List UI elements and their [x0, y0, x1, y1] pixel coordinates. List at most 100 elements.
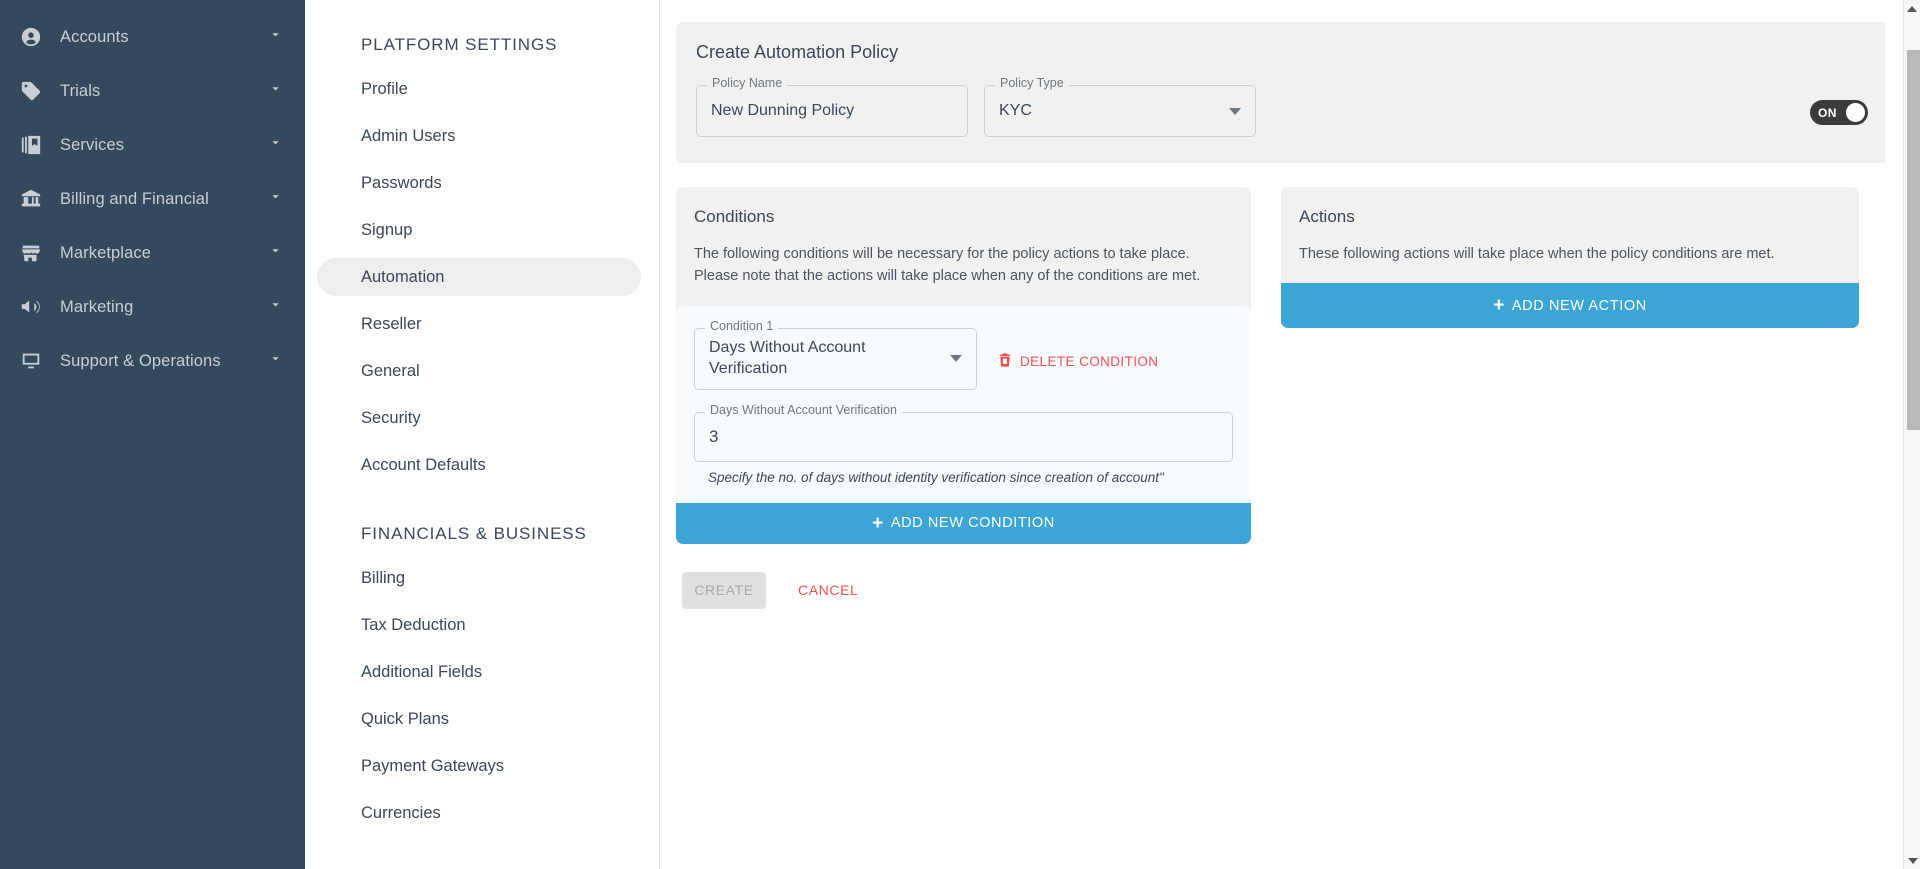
subnav-item-label: Reseller: [361, 314, 422, 333]
days-without-verification-field[interactable]: Days Without Account Verification 3: [694, 404, 1233, 462]
actions-description: These following actions will take place …: [1299, 246, 1775, 262]
add-new-action-button[interactable]: + ADD NEW ACTION: [1281, 283, 1859, 329]
page-scrollbar[interactable]: [1903, 0, 1920, 869]
subnav-item-passwords[interactable]: Passwords: [317, 164, 641, 202]
chevron-down-icon: [268, 81, 283, 101]
sidebar-item-support-and-operations[interactable]: Support & Operations: [0, 334, 305, 388]
days-field-helper-text: Specify the no. of days without identity…: [708, 469, 1164, 485]
user-circle-icon: [18, 24, 44, 50]
cancel-button[interactable]: CANCEL: [788, 572, 868, 609]
sidebar-item-label: Marketplace: [60, 243, 151, 262]
policy-name-label: Policy Name: [707, 77, 788, 90]
toggle-knob: [1846, 103, 1865, 122]
conditions-header: Conditions The following conditions will…: [676, 187, 1251, 306]
subnav-group-title-platform-settings: PLATFORM SETTINGS: [361, 35, 558, 54]
subnav-item-payment-gateways[interactable]: Payment Gateways: [317, 748, 641, 786]
policy-name-field[interactable]: Policy Name New Dunning Policy: [696, 77, 968, 137]
megaphone-icon: [18, 294, 44, 320]
create-button-label: CREATE: [694, 582, 754, 599]
sidebar-item-services[interactable]: Services: [0, 118, 305, 172]
actions-panel: Actions These following actions will tak…: [1281, 187, 1859, 329]
sidebar-item-label: Trials: [60, 81, 101, 100]
policy-type-field[interactable]: Policy Type KYC: [984, 77, 1256, 137]
days-field-input[interactable]: 3: [694, 411, 1233, 462]
chevron-down-icon: [268, 351, 283, 371]
sidebar-item-label: Support & Operations: [60, 351, 221, 370]
scrollbar-thumb[interactable]: [1907, 50, 1920, 430]
subnav-item-admin-users[interactable]: Admin Users: [317, 117, 641, 155]
policy-type-select[interactable]: KYC: [984, 85, 1256, 137]
sidebar-item-marketing[interactable]: Marketing: [0, 280, 305, 334]
subnav-group-title-financials-business: FINANCIALS & BUSINESS: [361, 524, 587, 544]
sidebar-item-billing-and-financial[interactable]: Billing and Financial: [0, 172, 305, 226]
delete-condition-button[interactable]: DELETE CONDITION: [997, 352, 1158, 371]
policy-fields-row: Policy Name New Dunning Policy Policy Ty…: [696, 77, 1868, 137]
subnav-item-tax-deduction[interactable]: Tax Deduction: [317, 607, 641, 645]
subnav-item-label: Currencies: [361, 804, 441, 822]
sidebar-item-label: Billing and Financial: [60, 189, 209, 208]
chevron-down-icon: [268, 243, 283, 263]
subnav-item-signup[interactable]: Signup: [317, 211, 641, 249]
chevron-down-icon: [268, 27, 283, 47]
policy-header-card: Create Automation Policy Policy Name New…: [676, 22, 1898, 163]
policy-status-toggle[interactable]: ON: [1810, 100, 1868, 125]
page-title: Create Automation Policy: [696, 42, 899, 62]
condition-row: Condition 1 Days Without Account Verific…: [694, 320, 1233, 390]
subnav-item-currencies[interactable]: Currencies: [317, 795, 641, 833]
subnav-item-automation[interactable]: Automation: [317, 258, 641, 297]
toggle-state-label: ON: [1818, 105, 1837, 120]
policy-type-value: KYC: [999, 101, 1032, 119]
subnav-item-label: Signup: [361, 220, 413, 239]
scroll-up-arrow-icon[interactable]: [1904, 0, 1920, 17]
page-right-margin: [1885, 0, 1903, 869]
subnav-item-label: Profile: [361, 79, 408, 98]
sidebar-item-trials[interactable]: Trials: [0, 64, 305, 118]
sidebar-item-accounts[interactable]: Accounts: [0, 10, 305, 64]
scroll-down-arrow-icon[interactable]: [1904, 852, 1920, 869]
conditions-actions-columns: Conditions The following conditions will…: [676, 187, 1898, 609]
monitor-icon: [18, 348, 44, 374]
add-new-condition-label: ADD NEW CONDITION: [890, 515, 1055, 532]
main-content: Create Automation Policy Policy Name New…: [660, 0, 1920, 869]
subnav-item-label: General: [361, 361, 420, 380]
actions-title: Actions: [1299, 207, 1355, 226]
plus-icon: +: [1493, 295, 1505, 317]
subnav-item-label: Tax Deduction: [361, 616, 466, 634]
sidebar-item-marketplace[interactable]: Marketplace: [0, 226, 305, 280]
subnav-item-label: Security: [361, 408, 421, 427]
conditions-title: Conditions: [694, 207, 775, 226]
app-root: Accounts Trials Services Billing and Fin…: [0, 0, 1920, 869]
subnav-item-reseller[interactable]: Reseller: [317, 305, 641, 343]
subnav-item-account-defaults[interactable]: Account Defaults: [317, 446, 641, 484]
subnav-item-general[interactable]: General: [317, 352, 641, 390]
policy-type-label: Policy Type: [995, 77, 1069, 90]
create-button[interactable]: CREATE: [682, 571, 766, 609]
sidebar-item-label: Marketing: [60, 297, 134, 316]
subnav-item-billing[interactable]: Billing: [317, 560, 641, 598]
subnav-item-profile[interactable]: Profile: [317, 70, 641, 108]
subnav-item-quick-plans[interactable]: Quick Plans: [317, 701, 641, 739]
subnav-item-additional-fields[interactable]: Additional Fields: [317, 654, 641, 692]
subnav-item-label: Billing: [361, 569, 406, 587]
subnav-item-label: Passwords: [361, 173, 442, 192]
policy-name-input[interactable]: New Dunning Policy: [696, 85, 968, 137]
form-action-buttons: CREATE CANCEL: [676, 571, 1251, 609]
condition-type-field[interactable]: Condition 1 Days Without Account Verific…: [694, 320, 977, 390]
subnav-group-title-marketing-communications: MARKETING & COMMUNICATIONS: [317, 842, 659, 869]
conditions-description: The following conditions will be necessa…: [694, 246, 1201, 285]
days-field-value: 3: [709, 427, 719, 447]
condition-type-select[interactable]: Days Without Account Verification: [694, 327, 977, 390]
bank-icon: [18, 186, 44, 212]
trash-icon: [997, 352, 1013, 371]
chevron-down-icon: [950, 355, 962, 363]
policy-name-value: New Dunning Policy: [711, 101, 855, 119]
subnav-item-label: Automation: [361, 267, 445, 286]
actions-header: Actions These following actions will tak…: [1281, 187, 1859, 283]
condition-label: Condition 1: [705, 320, 779, 333]
subnav-item-label: Payment Gateways: [361, 757, 505, 775]
add-new-condition-button[interactable]: + ADD NEW CONDITION: [676, 502, 1251, 544]
layers-icon: [18, 132, 44, 158]
sidebar-item-label: Services: [60, 135, 125, 154]
subnav-item-security[interactable]: Security: [317, 399, 641, 437]
chevron-down-icon: [268, 297, 283, 317]
